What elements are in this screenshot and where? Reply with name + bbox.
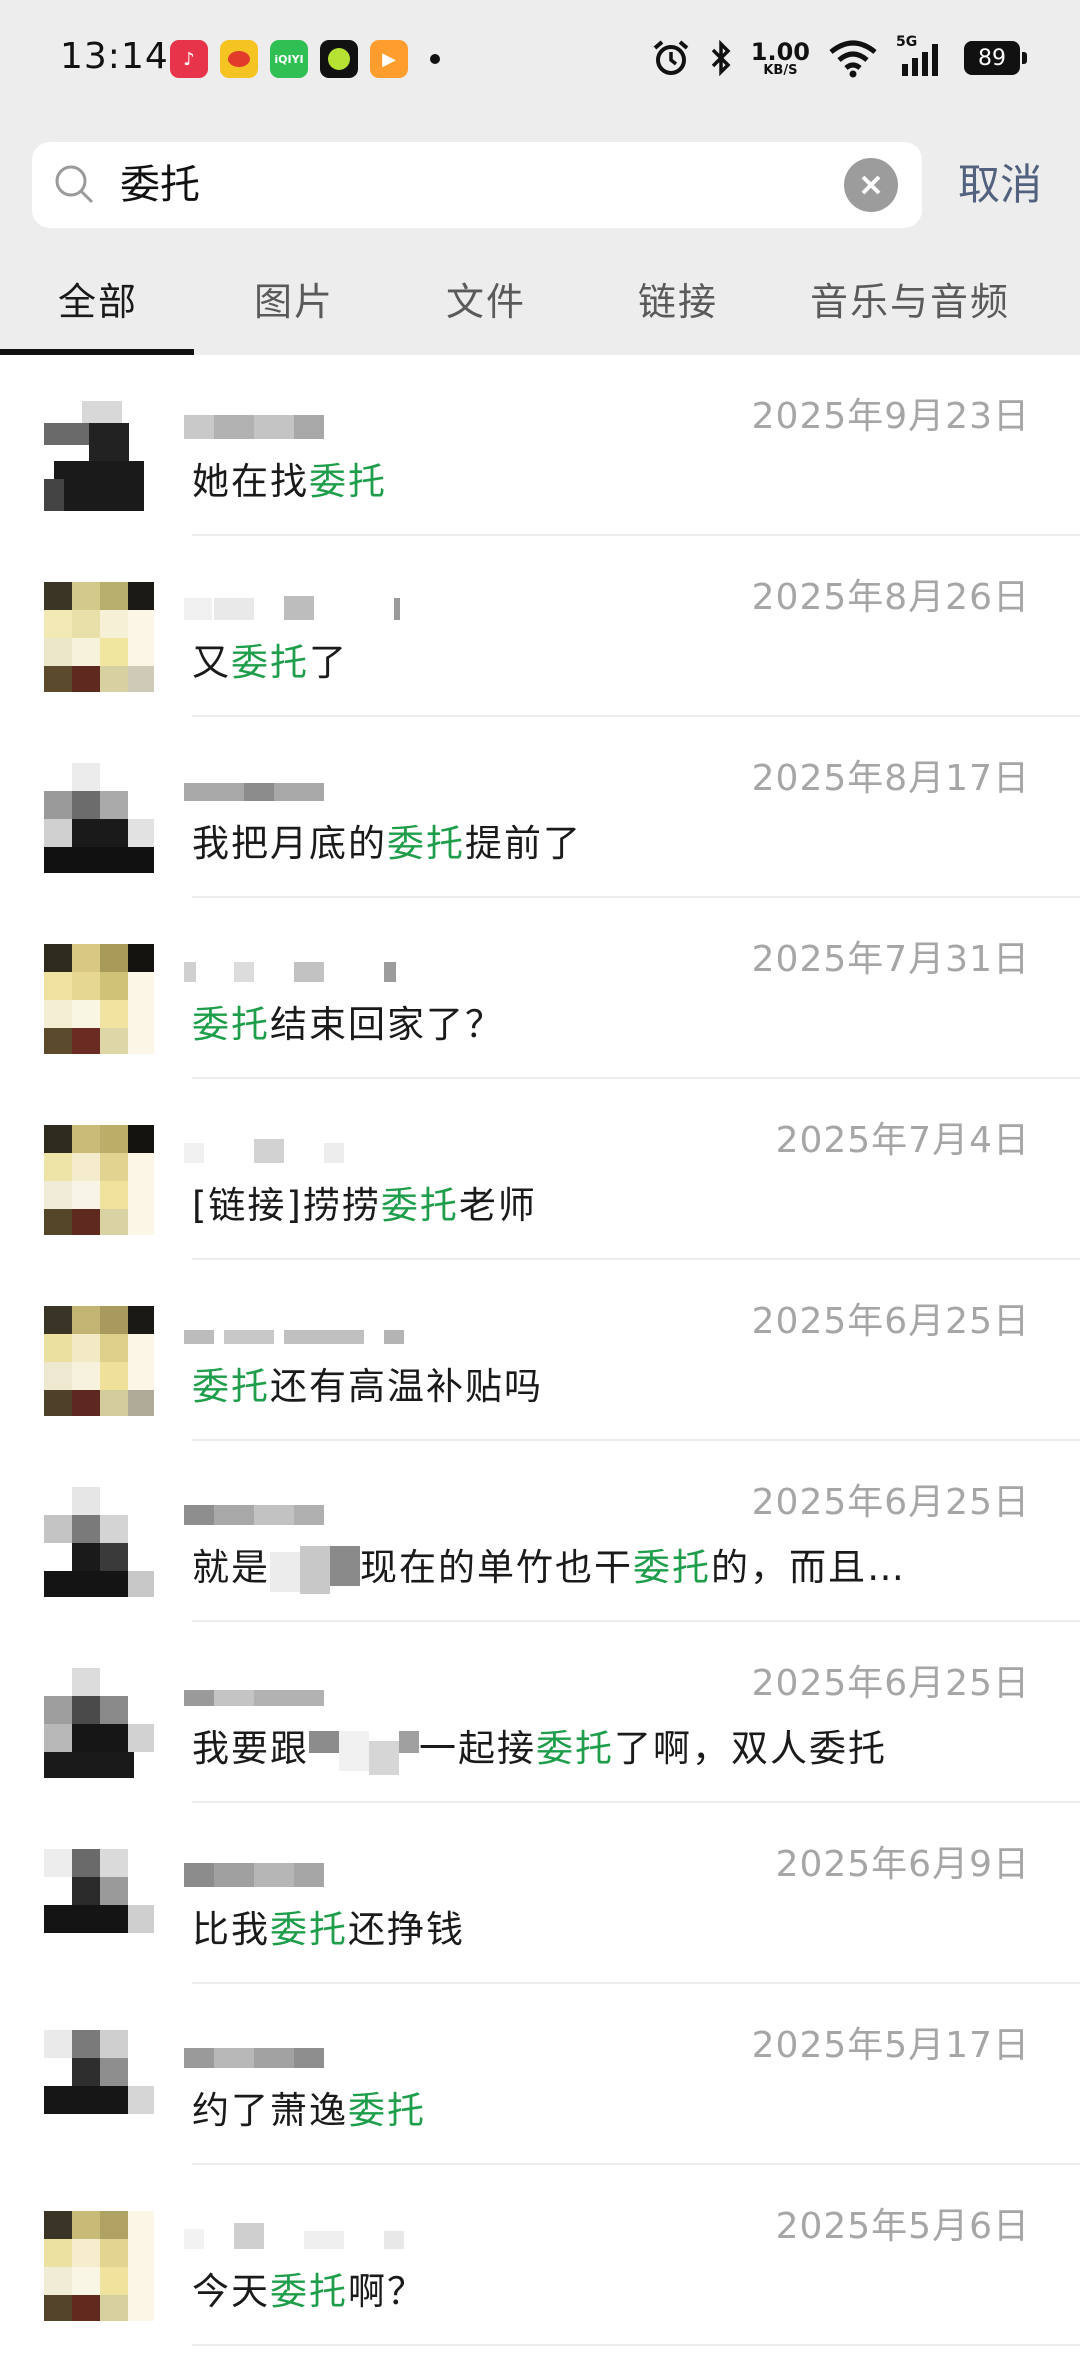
list-item[interactable]: 2025年6月25日 我要跟 一起接委托了啊，双人委托 bbox=[0, 1622, 1080, 1803]
list-item[interactable]: 2025年6月25日 就是 现在的单竹也干委托的，而且… bbox=[0, 1441, 1080, 1622]
list-item[interactable]: 2025年6月9日 比我委托还挣钱 bbox=[0, 1803, 1080, 1984]
message-date: 2025年8月26日 bbox=[751, 577, 1030, 618]
contact-name-blurred bbox=[184, 1139, 344, 1163]
top-chrome: 13:14 ♪ iQIYI ▶ 1.00 KB/S 5G 89 委托 取消 全部… bbox=[0, 0, 1080, 355]
iqiyi-icon: iQIYI bbox=[270, 40, 308, 78]
message-date: 2025年6月25日 bbox=[751, 1482, 1030, 1523]
list-item[interactable]: 2025年6月25日 委托还有高温补贴吗 bbox=[0, 1260, 1080, 1441]
contact-name-blurred bbox=[184, 1690, 324, 1706]
keyword-highlight: 委托 bbox=[192, 1365, 270, 1408]
message-date: 2025年5月17日 bbox=[751, 2025, 1030, 2066]
message-snippet: 委托还有高温补贴吗 bbox=[192, 1365, 543, 1408]
message-date: 2025年9月23日 bbox=[751, 396, 1030, 437]
avatar bbox=[44, 763, 154, 873]
avatar bbox=[44, 1668, 154, 1778]
list-item[interactable]: 2025年8月17日 我把月底的委托提前了 bbox=[0, 717, 1080, 898]
message-snippet: 我要跟 一起接委托了啊，双人委托 bbox=[192, 1718, 887, 1780]
avatar bbox=[44, 582, 154, 692]
message-snippet: 她在找委托 bbox=[192, 460, 387, 503]
cancel-button[interactable]: 取消 bbox=[958, 156, 1042, 214]
tab-files[interactable]: 文件 bbox=[446, 252, 526, 352]
message-date: 2025年6月25日 bbox=[751, 1663, 1030, 1704]
list-item[interactable]: 2025年5月17日 约了萧逸委托 bbox=[0, 1984, 1080, 2165]
alarm-icon bbox=[653, 40, 689, 75]
keyword-highlight: 委托 bbox=[387, 822, 465, 865]
contact-name-blurred bbox=[184, 1330, 404, 1344]
keyword-highlight: 委托 bbox=[192, 1003, 270, 1046]
divider bbox=[192, 2344, 1080, 2346]
tab-links[interactable]: 链接 bbox=[638, 252, 718, 352]
cellular-signal-icon: 5G bbox=[896, 34, 946, 78]
filter-tabs: 全部 图片 文件 链接 音乐与音频 bbox=[0, 252, 1080, 355]
list-item[interactable]: 2025年8月26日 又委托了 bbox=[0, 536, 1080, 717]
tab-music-audio[interactable]: 音乐与音频 bbox=[810, 252, 1010, 352]
search-bar[interactable]: 委托 bbox=[32, 142, 922, 228]
more-notifications-dot bbox=[430, 54, 440, 64]
keyword-highlight: 委托 bbox=[270, 1908, 348, 1951]
close-icon bbox=[861, 175, 881, 195]
message-date: 2025年7月4日 bbox=[775, 1120, 1030, 1161]
clear-search-button[interactable] bbox=[844, 158, 898, 212]
battery-indicator: 89 bbox=[964, 41, 1027, 75]
status-bar: 13:14 ♪ iQIYI ▶ 1.00 KB/S 5G 89 bbox=[0, 0, 1080, 120]
notification-icons: ♪ iQIYI ▶ bbox=[170, 40, 440, 78]
keyword-highlight: 委托 bbox=[348, 2089, 426, 2132]
search-input[interactable]: 委托 bbox=[120, 142, 200, 228]
message-snippet: 就是 现在的单竹也干委托的，而且… bbox=[192, 1537, 906, 1599]
message-snippet: [链接]捞捞委托老师 bbox=[192, 1184, 537, 1227]
network-speed: 1.00 KB/S bbox=[750, 37, 810, 78]
message-date: 2025年6月9日 bbox=[775, 1844, 1030, 1885]
contact-name-blurred bbox=[184, 2048, 324, 2068]
message-date: 2025年6月25日 bbox=[751, 1301, 1030, 1342]
bluetooth-icon bbox=[711, 39, 731, 77]
list-item[interactable]: 2025年9月23日 她在找委托 bbox=[0, 355, 1080, 536]
message-date: 2025年8月17日 bbox=[751, 758, 1030, 799]
avatar bbox=[44, 1306, 154, 1416]
keyword-highlight: 委托 bbox=[309, 460, 387, 503]
message-snippet: 比我委托还挣钱 bbox=[192, 1908, 465, 1951]
keyword-highlight: 委托 bbox=[380, 1184, 459, 1227]
keyword-highlight: 委托 bbox=[633, 1546, 711, 1589]
status-time: 13:14 bbox=[60, 36, 169, 77]
keyword-highlight: 委托 bbox=[270, 2270, 348, 2313]
message-date: 2025年5月6日 bbox=[775, 2206, 1030, 2247]
avatar bbox=[44, 2211, 154, 2321]
avatar bbox=[44, 944, 154, 1054]
redacted-name bbox=[270, 1545, 360, 1594]
message-snippet: 又委托了 bbox=[192, 641, 348, 684]
contact-name-blurred bbox=[184, 962, 396, 982]
list-item[interactable]: 2025年5月6日 今天委托啊？ bbox=[0, 2165, 1080, 2346]
contact-name-blurred bbox=[184, 2223, 404, 2249]
avatar bbox=[44, 1849, 154, 1959]
keyword-highlight: 委托 bbox=[536, 1727, 614, 1770]
contact-name-blurred bbox=[184, 1863, 324, 1887]
contact-name-blurred bbox=[184, 415, 324, 439]
tab-images[interactable]: 图片 bbox=[254, 252, 334, 352]
search-icon bbox=[55, 165, 94, 204]
system-icons: 1.00 KB/S 5G 89 bbox=[651, 34, 1027, 80]
tab-all[interactable]: 全部 bbox=[58, 252, 138, 352]
video-app-icon: ▶ bbox=[370, 40, 408, 78]
avatar bbox=[44, 1487, 154, 1597]
list-item[interactable]: 2025年7月4日 [链接]捞捞委托老师 bbox=[0, 1079, 1080, 1260]
green-app-icon bbox=[320, 40, 358, 78]
search-results-list: 2025年9月23日 她在找委托 2025年8月26日 又委托了 2025年8月… bbox=[0, 355, 1080, 2346]
message-snippet: 委托结束回家了？ bbox=[192, 1003, 504, 1046]
contact-name-blurred bbox=[184, 596, 400, 620]
message-date: 2025年7月31日 bbox=[751, 939, 1030, 980]
message-snippet: 我把月底的委托提前了 bbox=[192, 822, 582, 865]
avatar bbox=[44, 1125, 154, 1235]
message-snippet: 约了萧逸委托 bbox=[192, 2089, 426, 2132]
keyword-highlight: 委托 bbox=[231, 641, 309, 684]
music-icon: ♪ bbox=[170, 40, 208, 78]
avatar bbox=[44, 2030, 154, 2140]
message-snippet: 今天委托啊？ bbox=[192, 2270, 426, 2313]
weibo-icon bbox=[220, 40, 258, 78]
contact-name-blurred bbox=[184, 783, 324, 801]
contact-name-blurred bbox=[184, 1505, 324, 1525]
list-item[interactable]: 2025年7月31日 委托结束回家了？ bbox=[0, 898, 1080, 1079]
redacted-name bbox=[309, 1730, 419, 1775]
wifi-icon bbox=[829, 40, 877, 78]
avatar bbox=[44, 401, 154, 511]
